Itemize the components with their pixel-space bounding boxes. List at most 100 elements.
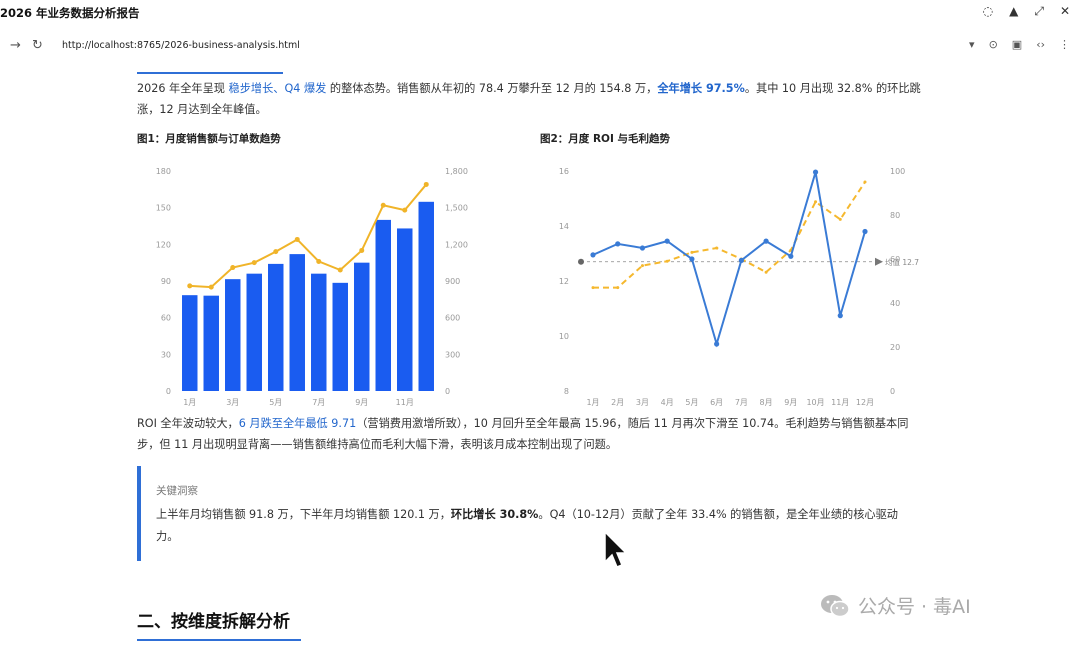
roi-point — [590, 252, 596, 258]
screenshot-icon[interactable]: ▣ — [1012, 38, 1022, 51]
y-left-tick-label: 180 — [156, 167, 171, 176]
heading-underline — [137, 72, 283, 74]
section-underline — [137, 639, 301, 641]
pin-icon[interactable]: ▲ — [1009, 4, 1018, 19]
x-tick-label: 11月 — [831, 398, 849, 407]
roi-point — [738, 257, 744, 263]
y-left-tick-label: 8 — [564, 387, 569, 396]
sales-orders-chart: 0 30 60 90 120 150 180 0 300 600 900 1,200 1,500 1,80… — [156, 167, 468, 407]
mean-line-start-marker — [578, 258, 584, 265]
dropdown-icon[interactable]: ▾ — [969, 38, 975, 51]
orders-point — [423, 181, 429, 187]
orders-point — [251, 260, 257, 266]
y-right-tick-label: 1,200 — [445, 240, 468, 249]
insight-label: 关键洞察 — [156, 485, 198, 497]
y-left-tick-label: 0 — [166, 387, 171, 396]
x-tick-label: 6月 — [710, 398, 723, 407]
key-insight-callout: 关键洞察 上半年月均销售额 91.8 万，下半年月均销售额 120.1 万，环比… — [137, 466, 917, 561]
y-right-tick-label: 600 — [445, 314, 460, 323]
y-right-tick-label: 1,500 — [445, 204, 468, 213]
y-right-tick-label: 20 — [890, 343, 900, 352]
y-left-tick-label: 60 — [161, 314, 171, 323]
sales-bar — [289, 254, 305, 391]
roi-point — [664, 238, 670, 244]
x-tick-label: 1月 — [586, 398, 599, 407]
roi-point — [862, 228, 868, 235]
roi-point — [837, 313, 843, 319]
sales-bar — [397, 228, 413, 391]
sales-bar — [225, 279, 241, 391]
roi-point — [689, 256, 695, 262]
address-bar[interactable]: http://localhost:8765/2026-business-anal… — [62, 40, 300, 51]
y-left-tick-label: 12 — [559, 277, 569, 286]
x-tick-label: 12月 — [856, 398, 874, 407]
y-left-tick-label: 30 — [161, 350, 171, 359]
sales-bar — [354, 262, 370, 391]
orders-point — [273, 249, 279, 255]
y-right-tick-label: 80 — [890, 211, 900, 220]
figure2-title: 图2：月度 ROI 与毛利趋势 — [540, 133, 671, 145]
roi-point — [615, 241, 621, 247]
roi-point — [788, 253, 794, 259]
fullscreen-icon[interactable]: ⤢ — [1034, 4, 1044, 19]
y-left-tick-label: 14 — [559, 222, 569, 231]
reload-icon[interactable]: ↻ — [32, 38, 43, 53]
orders-point — [230, 265, 236, 271]
page-content: 2026 年全年呈现 稳步增长、Q4 爆发 的整体态势。销售额从年初的 78.4… — [0, 60, 1080, 649]
roi-point — [812, 169, 819, 175]
y-left-tick-label: 10 — [559, 332, 569, 341]
x-tick-label: 3月 — [226, 398, 239, 407]
roi-point — [763, 238, 769, 244]
y-right-tick-label: 1,800 — [445, 167, 468, 176]
margin-point — [591, 286, 595, 290]
orders-point — [337, 267, 343, 273]
forward-icon[interactable]: → — [10, 38, 21, 53]
figure1-title: 图1：月度销售额与订单数趋势 — [137, 133, 281, 145]
analysis-paragraph: ROI 全年波动较大，6 月跌至全年最低 9.71（营销费用激增所致），10 月… — [137, 417, 909, 451]
section-heading: 二、按维度拆解分析 — [137, 612, 290, 632]
code-icon[interactable]: ‹› — [1036, 38, 1045, 51]
y-left-tick-label: 150 — [156, 204, 171, 213]
x-tick-label: 9月 — [355, 398, 368, 407]
close-icon[interactable]: ✕ — [1060, 4, 1070, 19]
sales-bar — [418, 201, 434, 391]
more-icon[interactable]: ⋮ — [1059, 38, 1070, 51]
x-tick-label: 3月 — [636, 398, 649, 407]
watermark: 公众号 · 毒AI — [820, 592, 971, 619]
orders-point — [402, 207, 408, 213]
sales-bar — [182, 295, 198, 391]
sales-bar — [375, 219, 391, 391]
settings-icon[interactable]: ⊙ — [989, 38, 998, 51]
margin-point — [863, 180, 867, 184]
orders-point — [380, 202, 386, 208]
browser-toolbar: → ↻ http://localhost:8765/2026-business-… — [0, 30, 1080, 60]
margin-point — [838, 217, 842, 221]
x-tick-label: 2月 — [611, 398, 624, 407]
x-tick-label: 7月 — [735, 398, 748, 407]
insight-text: 上半年月均销售额 91.8 万，下半年月均销售额 120.1 万，环比增长 30… — [156, 508, 898, 543]
x-tick-label: 7月 — [312, 398, 325, 407]
orders-point — [208, 284, 214, 290]
roi-point — [639, 245, 646, 251]
focus-icon[interactable]: ◌ — [983, 4, 993, 19]
y-right-tick-label: 100 — [890, 167, 905, 176]
y-right-tick-label: 0 — [890, 387, 895, 396]
margin-point — [764, 270, 768, 274]
window-titlebar: 2026 年业务数据分析报告 ◌ ▲ ⤢ ✕ — [0, 0, 1080, 26]
margin-point — [690, 250, 694, 254]
roi-line — [592, 171, 866, 348]
margin-line — [593, 181, 866, 289]
orders-point — [316, 258, 322, 264]
y-right-tick-label: 0 — [445, 387, 450, 396]
x-tick-label: 9月 — [784, 398, 797, 407]
wechat-icon — [821, 594, 850, 617]
sales-bar — [203, 295, 219, 391]
sales-bar — [332, 282, 348, 391]
margin-point — [616, 286, 620, 290]
roi-margin-chart: 810121416020406080100均值 12.71月 2月 3月 4月 5月 6月… — [559, 167, 919, 407]
margin-point — [665, 259, 669, 263]
window-title: 2026 年业务数据分析报告 — [0, 6, 140, 20]
y-right-tick-label: 300 — [445, 350, 460, 359]
roi-point — [714, 341, 720, 347]
x-tick-label: 5月 — [269, 398, 282, 407]
